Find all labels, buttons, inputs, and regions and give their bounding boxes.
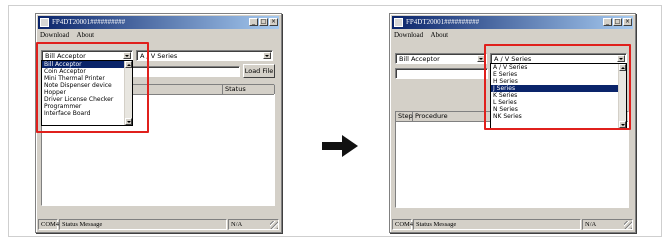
status-bar: COM4 Status Message N/A bbox=[392, 219, 633, 230]
load-file-button[interactable]: Load File bbox=[243, 64, 275, 78]
series-combo[interactable]: A / V Series bbox=[136, 50, 273, 61]
dropdown-arrow-icon[interactable] bbox=[263, 52, 271, 59]
file-path-field[interactable] bbox=[395, 68, 488, 79]
column-procedure[interactable]: Procedure bbox=[413, 112, 493, 121]
maximize-icon[interactable]: □ bbox=[259, 18, 268, 26]
menu-bar: Download About bbox=[40, 31, 100, 41]
app-icon bbox=[40, 18, 49, 27]
close-icon[interactable]: × bbox=[269, 18, 278, 26]
size-grip-icon[interactable] bbox=[624, 221, 632, 229]
highlight-box-left bbox=[36, 42, 149, 133]
highlight-box-right bbox=[484, 44, 631, 130]
status-port: COM4 bbox=[38, 219, 59, 230]
close-icon[interactable]: × bbox=[623, 18, 632, 26]
acceptor-type-value: Bill Acceptor bbox=[399, 55, 440, 63]
status-message: Status Message bbox=[413, 219, 581, 230]
menu-bar: Download About bbox=[394, 31, 454, 41]
status-bar: COM4 Status Message N/A bbox=[38, 219, 279, 230]
menu-download[interactable]: Download bbox=[394, 31, 423, 39]
window-title: FP4DT20001########## bbox=[406, 18, 480, 26]
app-icon bbox=[394, 18, 403, 27]
right-arrow-icon bbox=[322, 135, 358, 157]
size-grip-icon[interactable] bbox=[270, 221, 278, 229]
column-status[interactable]: Status bbox=[223, 85, 275, 94]
column-step[interactable]: Step bbox=[396, 112, 413, 121]
window-title: FP4DT20001########## bbox=[52, 18, 126, 26]
status-message: Status Message bbox=[59, 219, 227, 230]
title-bar[interactable]: FP4DT20001########## _ □ × bbox=[392, 16, 633, 29]
maximize-icon[interactable]: □ bbox=[613, 18, 622, 26]
minimize-icon[interactable]: _ bbox=[603, 18, 612, 26]
acceptor-type-combo[interactable]: Bill Acceptor bbox=[395, 53, 487, 64]
title-bar[interactable]: FP4DT20001########## _ □ × bbox=[38, 16, 279, 29]
menu-about[interactable]: About bbox=[431, 31, 449, 39]
menu-about[interactable]: About bbox=[77, 31, 95, 39]
minimize-icon[interactable]: _ bbox=[249, 18, 258, 26]
status-port: COM4 bbox=[392, 219, 413, 230]
menu-download[interactable]: Download bbox=[40, 31, 69, 39]
